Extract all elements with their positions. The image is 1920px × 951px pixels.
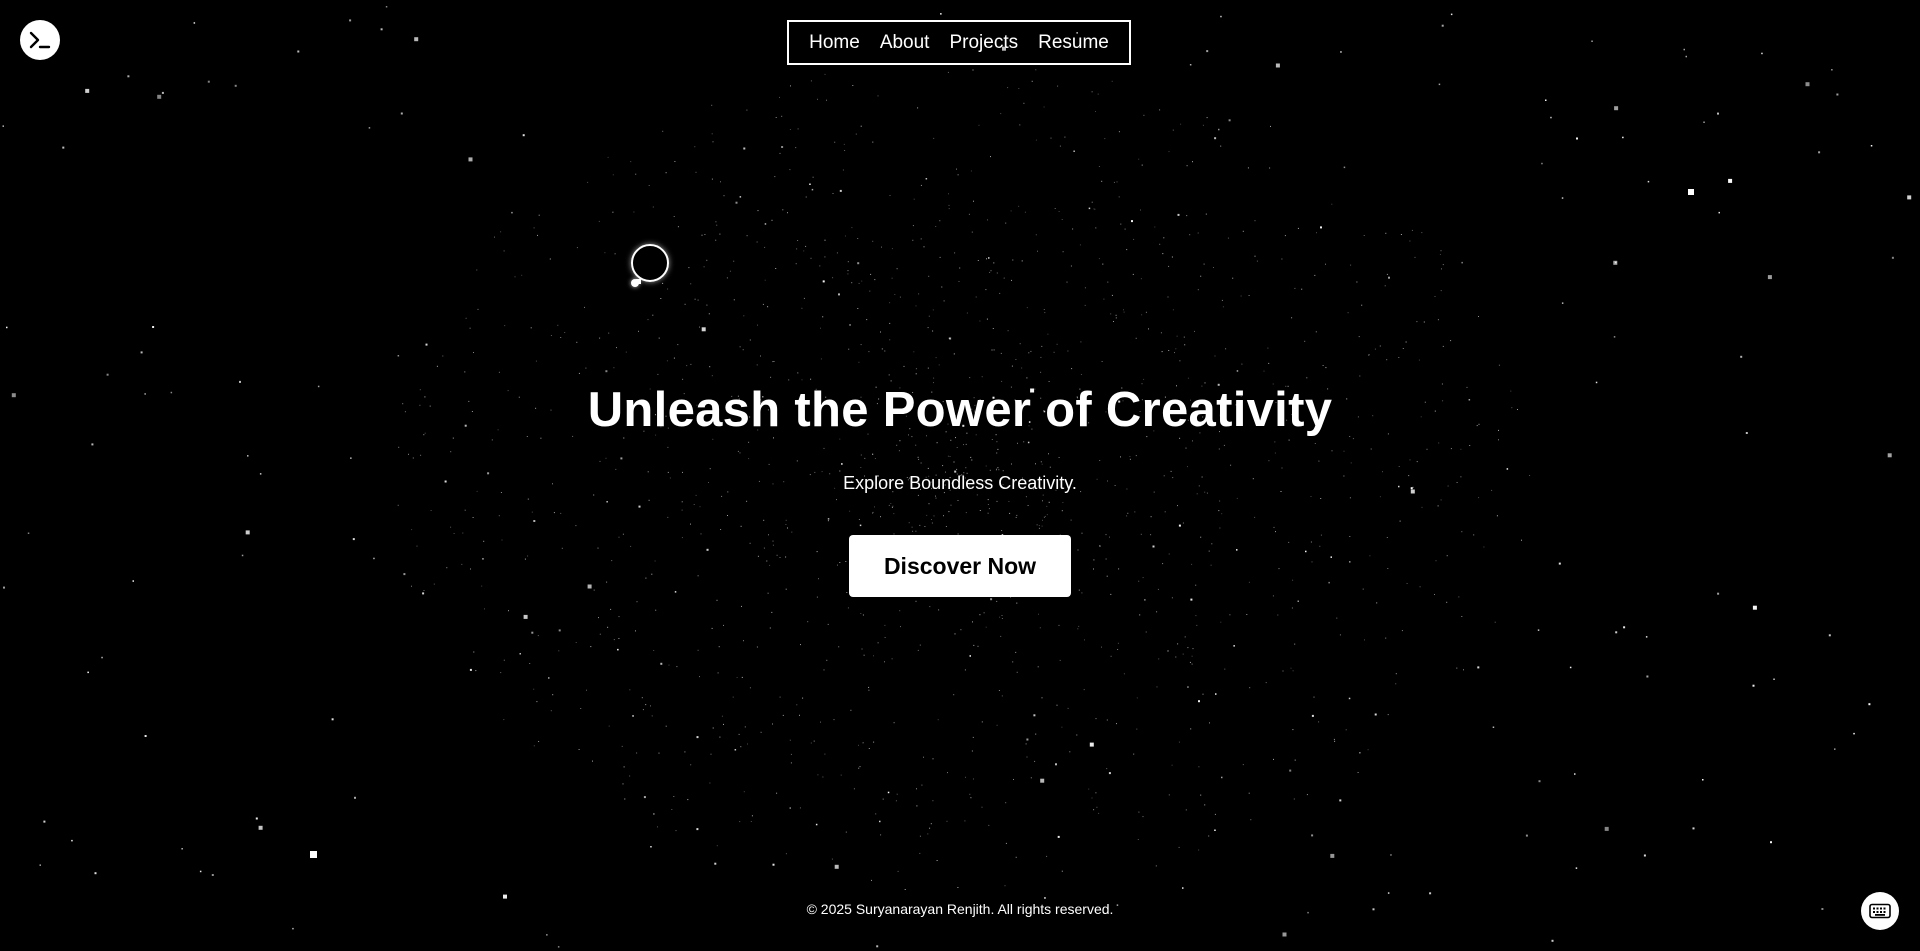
custom-cursor-ring xyxy=(631,244,669,282)
nav-item-about[interactable]: About xyxy=(880,32,930,54)
terminal-prompt-icon xyxy=(29,31,51,49)
footer-copyright: © 2025 Suryanarayan Renjith. All rights … xyxy=(806,901,1114,917)
nav-item-projects[interactable]: Projects xyxy=(949,32,1018,54)
nav-item-home[interactable]: Home xyxy=(809,32,860,54)
page: Home About Projects Resume Unleash the P… xyxy=(0,0,1920,951)
terminal-logo-button[interactable] xyxy=(20,20,60,60)
hero-subtitle: Explore Boundless Creativity. xyxy=(843,473,1077,493)
nav-item-resume[interactable]: Resume xyxy=(1038,32,1109,54)
keyboard-icon xyxy=(1869,903,1891,919)
main-nav: Home About Projects Resume xyxy=(787,20,1131,65)
keyboard-button[interactable] xyxy=(1861,892,1899,930)
discover-now-button[interactable]: Discover Now xyxy=(849,535,1071,597)
custom-cursor-dot xyxy=(631,279,639,287)
hero-title: Unleash the Power of Creativity xyxy=(587,383,1333,437)
